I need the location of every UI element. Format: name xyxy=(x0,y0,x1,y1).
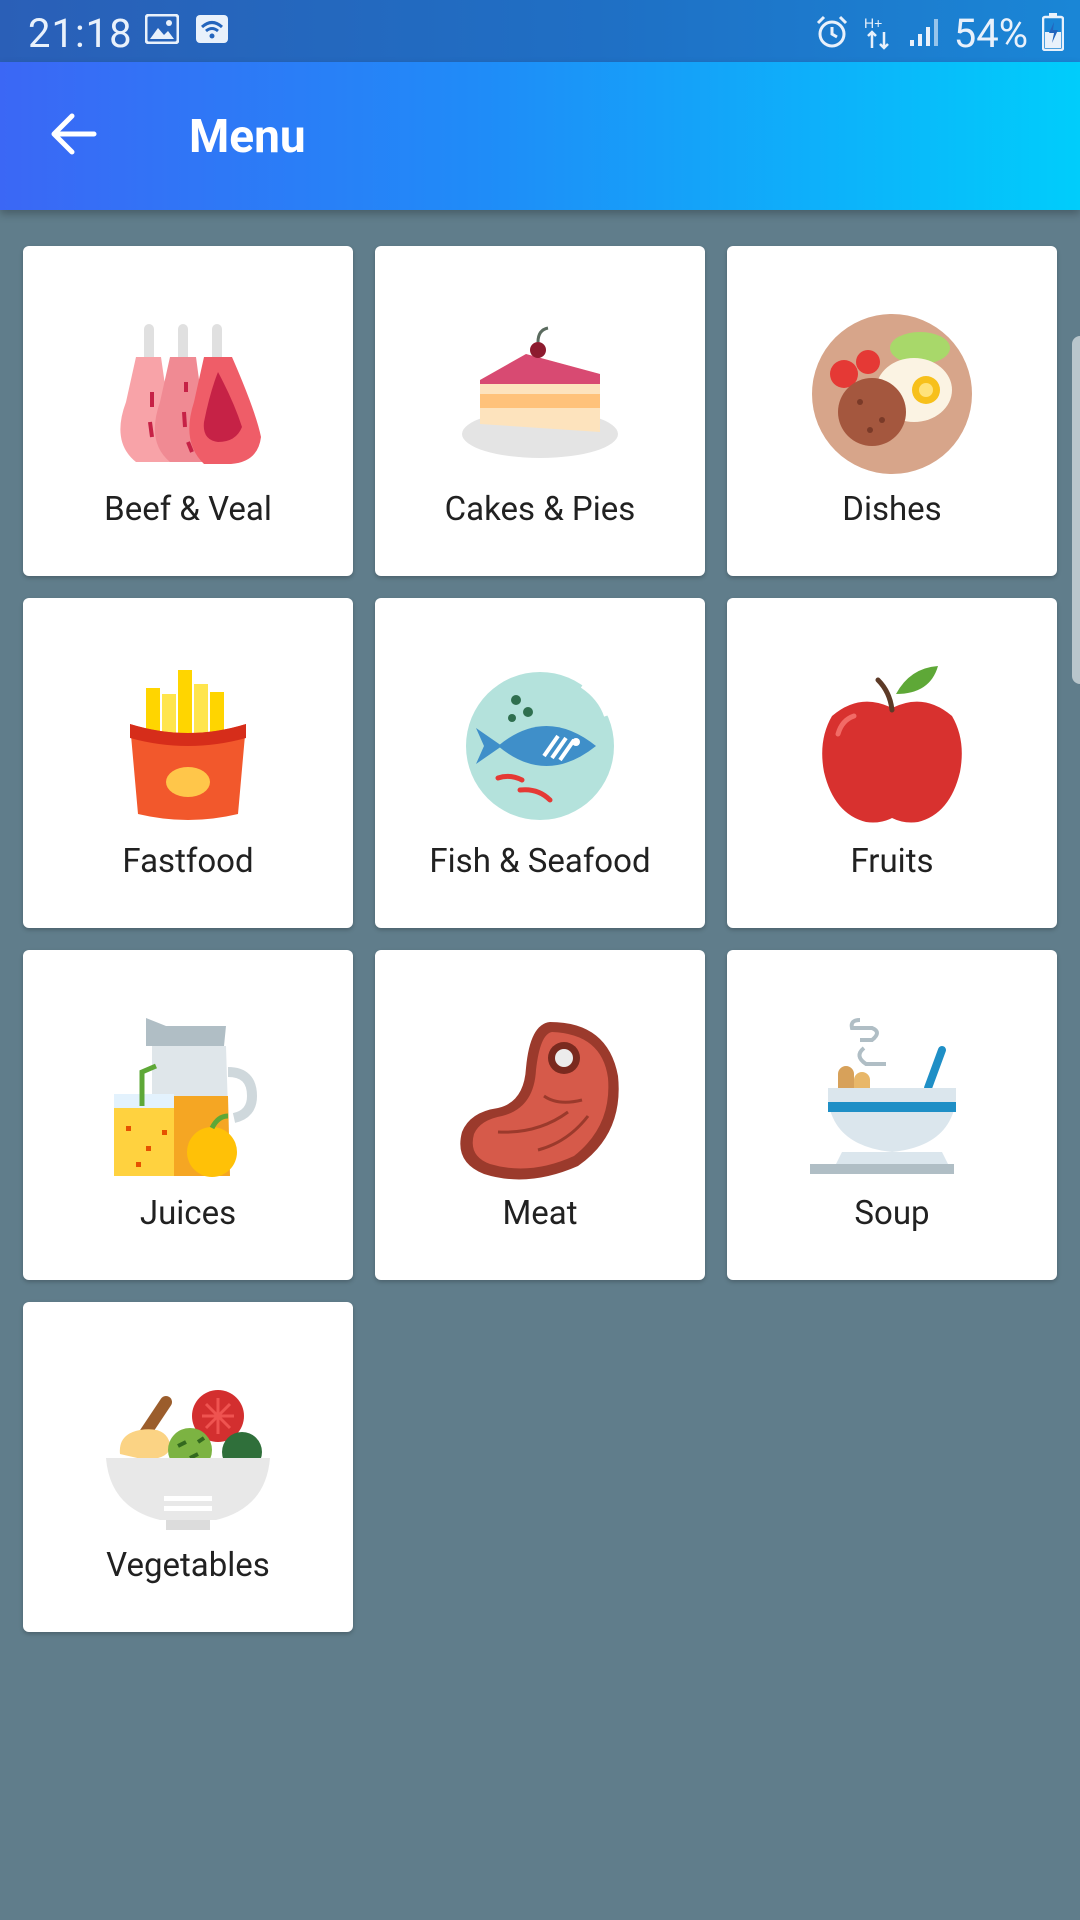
category-card-fruits[interactable]: Fruits xyxy=(727,598,1057,928)
battery-percent: 54% xyxy=(953,10,1028,57)
scrollbar-thumb[interactable] xyxy=(1072,336,1080,684)
data-arrows-icon: H+ xyxy=(864,14,894,54)
battery-charging-icon xyxy=(1041,12,1065,55)
signal-icon xyxy=(908,16,940,52)
wifi-box-icon xyxy=(195,14,229,48)
cake-icon xyxy=(458,312,622,476)
category-label: Fish & Seafood xyxy=(429,842,651,881)
category-card-fish-seafood[interactable]: Fish & Seafood xyxy=(375,598,705,928)
category-card-juices[interactable]: Juices xyxy=(23,950,353,1280)
category-card-vegetables[interactable]: Vegetables xyxy=(23,1302,353,1632)
category-label: Beef & Veal xyxy=(104,490,272,529)
apple-icon xyxy=(810,664,974,828)
status-bar: 21:18 H+ 54% xyxy=(0,0,1080,62)
category-card-cakes-pies[interactable]: Cakes & Pies xyxy=(375,246,705,576)
category-card-meat[interactable]: Meat xyxy=(375,950,705,1280)
salad-icon xyxy=(106,1368,270,1532)
category-label: Fastfood xyxy=(122,842,254,881)
beef-veal-icon xyxy=(106,312,270,476)
category-card-soup[interactable]: Soup xyxy=(727,950,1057,1280)
svg-text:H+: H+ xyxy=(864,15,882,31)
category-label: Cakes & Pies xyxy=(444,490,636,529)
category-card-beef-veal[interactable]: Beef & Veal xyxy=(23,246,353,576)
dish-plate-icon xyxy=(810,312,974,476)
fish-icon xyxy=(458,664,622,828)
page-title: Menu xyxy=(189,110,306,164)
juice-icon xyxy=(106,1016,270,1180)
category-label: Vegetables xyxy=(106,1546,270,1585)
category-label: Soup xyxy=(854,1194,930,1233)
app-bar: Menu xyxy=(0,62,1080,210)
category-label: Meat xyxy=(502,1194,578,1233)
soup-icon xyxy=(810,1016,974,1180)
category-label: Fruits xyxy=(850,842,934,881)
category-label: Dishes xyxy=(842,490,942,529)
category-card-fastfood[interactable]: Fastfood xyxy=(23,598,353,928)
image-icon xyxy=(144,13,180,48)
status-time: 21:18 xyxy=(28,10,133,57)
fries-icon xyxy=(106,664,270,828)
category-card-dishes[interactable]: Dishes xyxy=(727,246,1057,576)
category-label: Juices xyxy=(139,1194,237,1233)
back-button[interactable] xyxy=(36,104,112,168)
arrow-back-icon xyxy=(50,112,98,160)
alarm-icon xyxy=(814,14,850,54)
steak-icon xyxy=(458,1016,622,1180)
